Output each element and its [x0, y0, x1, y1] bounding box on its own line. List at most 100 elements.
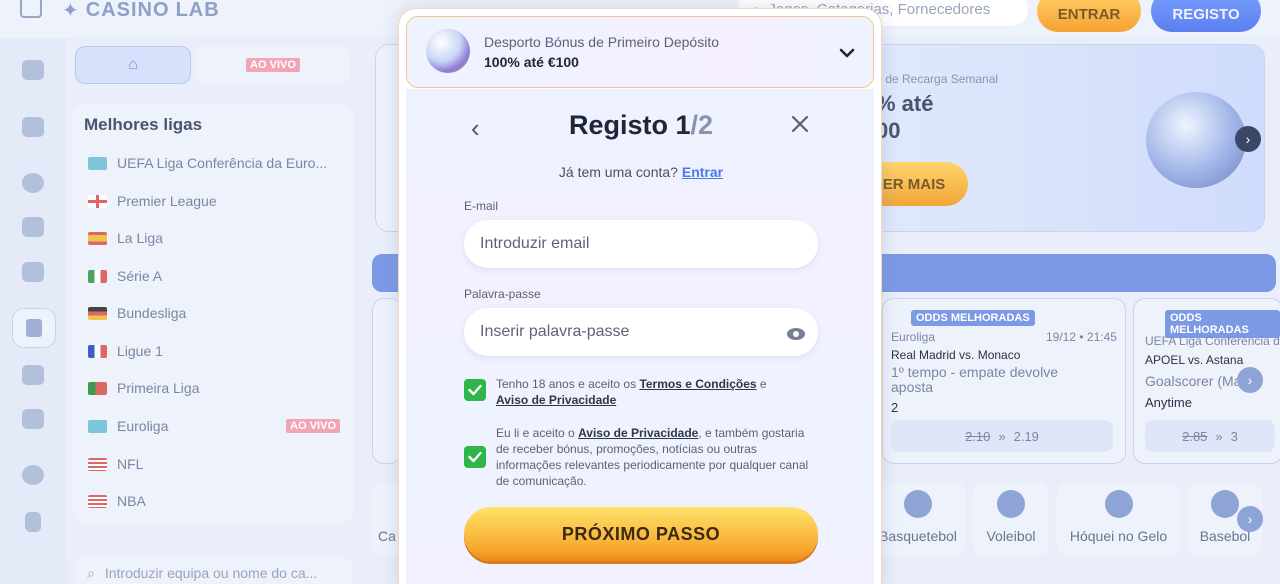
odds-button[interactable]: 2.10 » 2.19 [891, 420, 1113, 452]
league-label: Bundesliga [117, 305, 187, 321]
cards-next-icon[interactable]: › [1237, 367, 1263, 393]
league-label: UEFA Liga Conferência da Euro... [117, 155, 328, 171]
card-selection: 2 [891, 400, 899, 415]
baseball-icon [1211, 490, 1239, 518]
league-item[interactable]: NBA [88, 490, 340, 512]
card-selection: Anytime [1145, 395, 1192, 410]
password-label: Palavra-passe [464, 287, 541, 301]
tab-home[interactable]: ⌂ [75, 46, 191, 84]
sport-label: Hóquei no Gelo [1069, 528, 1168, 544]
promo-headline-line2: 00 [876, 118, 901, 143]
card-match: APOEL vs. Astana [1145, 353, 1244, 367]
promo-icon[interactable] [22, 60, 44, 80]
football-trophy-icon [1146, 92, 1246, 188]
login-link[interactable]: Entrar [682, 164, 723, 180]
sport-tile[interactable]: Hóquei no Gelo [1057, 482, 1180, 556]
email-label: E-mail [464, 199, 499, 213]
brand-text-2: LAB [175, 0, 220, 21]
registration-modal: Desporto Bónus de Primeiro Depósito 100%… [398, 8, 882, 584]
menu-icon[interactable] [20, 0, 42, 18]
sports-next-icon[interactable]: › [1237, 506, 1263, 532]
league-label: Ligue 1 [117, 343, 163, 359]
have-account-text: Já tem uma conta? Entrar [399, 164, 881, 180]
close-icon[interactable] [791, 115, 809, 133]
title-total: /2 [690, 110, 714, 140]
terms-checkbox[interactable] [464, 379, 486, 401]
marketing-privacy-link[interactable]: Aviso de Privacidade [578, 426, 698, 440]
league-item[interactable]: Ligue 1 [88, 340, 340, 362]
league-item[interactable]: UEFA Liga Conferência da Euro... [88, 152, 340, 174]
sport-tile[interactable]: Voleibol [973, 482, 1049, 556]
league-item[interactable]: Primeira Liga [88, 377, 340, 399]
chat-icon[interactable] [22, 262, 44, 282]
betslip-icon[interactable] [12, 308, 56, 348]
live-icon[interactable] [22, 217, 44, 237]
league-label: NFL [117, 456, 144, 472]
privacy-link[interactable]: Aviso de Privacidade [496, 393, 616, 407]
carousel-next-icon[interactable]: › [1235, 126, 1261, 152]
spain-flag-icon [88, 231, 107, 245]
stats-icon[interactable] [22, 365, 44, 385]
login-button[interactable]: ENTRAR [1037, 0, 1141, 32]
terms-text: Tenho 18 anos e aceito os Termos e Condi… [496, 376, 806, 408]
team-search-input[interactable]: ⌕ Introduzir equipa ou nome do ca... [75, 556, 353, 584]
league-item[interactable]: La Liga [88, 227, 340, 249]
uefa-flag-icon [88, 156, 107, 170]
eye-icon[interactable] [787, 328, 805, 340]
promo-subtitle: s de Recarga Semanal [876, 72, 999, 86]
sport-label: Basebol [1199, 528, 1251, 544]
football-bonus-icon [426, 29, 470, 73]
england-flag-icon [88, 194, 107, 208]
marketing-checkbox[interactable] [464, 446, 486, 468]
tab-live[interactable]: AO VIVO [196, 46, 350, 84]
settings-icon[interactable] [22, 465, 44, 485]
new-odds: 3 [1230, 428, 1238, 444]
new-odds: 2.19 [1013, 428, 1039, 444]
team-search-placeholder: Introduzir equipa ou nome do ca... [104, 565, 318, 581]
promo-headline-line1: % até [876, 91, 934, 116]
boosted-badge: ODDS MELHORADAS [911, 310, 1035, 326]
card-market: 1º tempo - empate devolve aposta [891, 364, 1058, 395]
league-item[interactable]: Série A [88, 265, 340, 287]
league-label: La Liga [117, 230, 163, 246]
brand-text: CASINO [85, 0, 170, 21]
trophy-icon[interactable] [25, 512, 41, 532]
bonus-selector[interactable]: Desporto Bónus de Primeiro Depósito 100%… [406, 16, 874, 88]
next-step-button[interactable]: PRÓXIMO PASSO [464, 507, 818, 561]
title-step: Registo 1 [568, 110, 691, 140]
league-item[interactable]: Euroliga AO VIVO [88, 415, 340, 437]
email-field[interactable] [464, 220, 818, 268]
password-field[interactable] [464, 308, 818, 356]
league-label: Série A [117, 268, 163, 284]
old-odds: 2.10 [965, 428, 991, 444]
promo-headline: % até 00 [876, 90, 933, 144]
home-icon[interactable] [22, 117, 44, 137]
card-match: Real Madrid vs. Monaco [891, 348, 1021, 362]
italy-flag-icon [88, 269, 107, 283]
sports-icon[interactable] [22, 173, 44, 193]
basketball-icon [904, 490, 932, 518]
terms-link[interactable]: Termos e Condições [639, 377, 756, 391]
register-button[interactable]: REGISTO [1151, 0, 1261, 32]
sport-label: Ca [378, 528, 396, 544]
ice-hockey-icon [1104, 490, 1133, 518]
portugal-flag-icon [88, 381, 107, 395]
double-chevron-icon: » [1215, 428, 1223, 444]
league-item[interactable]: Bundesliga [88, 302, 340, 324]
league-label: NBA [117, 493, 146, 509]
usa-flag-icon [88, 494, 107, 508]
footer-tools [0, 560, 68, 584]
league-item[interactable]: Premier League [88, 190, 340, 212]
sport-tile[interactable]: Basquetebol [870, 482, 966, 556]
league-label: Premier League [117, 193, 217, 209]
top-leagues-title: Melhores ligas [84, 115, 203, 134]
video-icon[interactable] [22, 409, 44, 429]
volleyball-icon [997, 490, 1025, 518]
brand-logo[interactable]: ✦ CASINO LAB [62, 0, 220, 22]
double-chevron-icon: » [998, 428, 1006, 444]
marketing-pre: Eu li e aceito o [496, 426, 579, 440]
card-league: UEFA Liga Conferência d [1145, 334, 1280, 348]
league-item[interactable]: NFL [88, 453, 340, 475]
odds-button[interactable]: 2.85 » 3 [1145, 420, 1275, 452]
chevron-down-icon[interactable] [837, 43, 857, 63]
